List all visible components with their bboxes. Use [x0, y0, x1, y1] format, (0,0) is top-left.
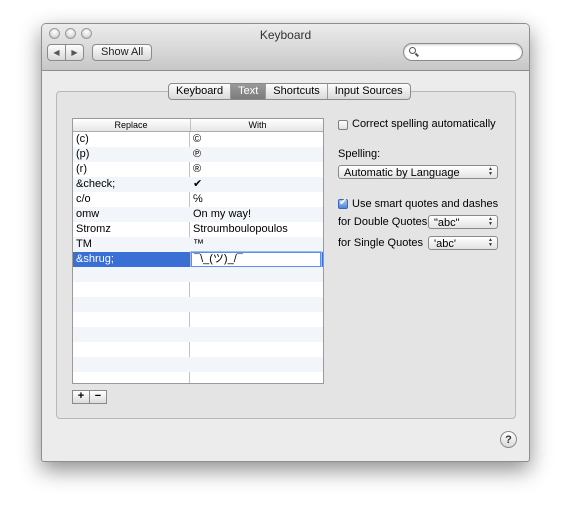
with-cell: © [193, 133, 202, 145]
empty-row [73, 372, 323, 383]
with-cell: ® [193, 163, 202, 175]
tab-shortcuts[interactable]: Shortcuts [265, 84, 326, 99]
spelling-popup[interactable]: Automatic by Language ▲ ▼ [338, 165, 498, 179]
table-row[interactable]: &check; ✔ [73, 177, 323, 192]
forward-arrow-icon[interactable]: ▶ [65, 45, 83, 60]
popup-arrows-icon: ▲ ▼ [488, 216, 493, 227]
empty-row [73, 267, 323, 282]
single-quotes-value: 'abc' [434, 238, 456, 250]
table-row[interactable]: (r) ® [73, 162, 323, 177]
with-cell: ✔ [193, 178, 203, 190]
back-forward-control: ◀ ▶ [47, 44, 84, 61]
replace-cell: c/o [76, 193, 91, 205]
tab-bar: Keyboard Text Shortcuts Input Sources [168, 83, 411, 100]
empty-row [73, 327, 323, 342]
replace-cell: omw [76, 208, 100, 220]
with-cell: ™ [193, 238, 204, 250]
empty-row [73, 312, 323, 327]
table-row[interactable]: c/o ℅ [73, 192, 323, 207]
empty-row [73, 297, 323, 312]
table-row[interactable]: omw On my way! [73, 207, 323, 222]
empty-row [73, 357, 323, 372]
replace-cell: &shrug; [76, 253, 114, 265]
with-cell: Stroumboulopoulos [193, 223, 288, 235]
table-row[interactable]: TM ™ [73, 237, 323, 252]
table-row[interactable]: (p) ℗ [73, 147, 323, 162]
show-all-button[interactable]: Show All [92, 44, 153, 61]
replace-cell: Stromz [76, 223, 111, 235]
empty-row [73, 282, 323, 297]
correct-spelling-checkbox[interactable] [338, 120, 348, 130]
correct-spelling-label[interactable]: Correct spelling automatically [352, 118, 496, 130]
search-field[interactable] [403, 43, 523, 61]
column-header-with[interactable]: With [190, 119, 324, 131]
smart-quotes-label[interactable]: Use smart quotes and dashes [352, 198, 498, 210]
column-header-replace[interactable]: Replace [73, 119, 189, 131]
table-row-selected[interactable]: &shrug; ¯\_(ツ)_/¯ [73, 252, 323, 267]
back-arrow-icon[interactable]: ◀ [48, 45, 65, 60]
smart-quotes-checkbox[interactable] [338, 197, 348, 209]
double-quotes-label: for Double Quotes [338, 216, 428, 228]
add-remove-controls: + − [72, 390, 107, 404]
empty-row [73, 342, 323, 357]
help-button[interactable]: ? [500, 431, 517, 448]
text-replacement-table: Replace With (c) © (p) ℗ (r) ® &check; ✔… [72, 118, 324, 384]
add-button[interactable]: + [72, 390, 90, 404]
table-body: (c) © (p) ℗ (r) ® &check; ✔ c/o ℅ omw On… [73, 132, 323, 383]
search-icon [409, 47, 416, 54]
spelling-label: Spelling: [338, 148, 381, 160]
preferences-window: Keyboard ◀ ▶ Show All Keyboard Text Shor… [41, 23, 530, 462]
replace-cell: (p) [76, 148, 90, 160]
with-cell-editor[interactable]: ¯\_(ツ)_/¯ [191, 252, 321, 267]
single-quotes-label: for Single Quotes [338, 237, 423, 249]
tab-text[interactable]: Text [230, 84, 266, 99]
title-bar: Keyboard ◀ ▶ Show All [42, 24, 529, 71]
table-header: Replace With [73, 119, 323, 132]
table-row[interactable]: (c) © [73, 132, 323, 147]
table-row[interactable]: Stromz Stroumboulopoulos [73, 222, 323, 237]
double-quotes-popup[interactable]: "abc" ▲ ▼ [428, 215, 498, 229]
with-cell: On my way! [193, 208, 252, 220]
popup-arrows-icon: ▲ ▼ [488, 166, 493, 177]
double-quotes-value: "abc" [434, 217, 460, 229]
single-quotes-popup[interactable]: 'abc' ▲ ▼ [428, 236, 498, 250]
replace-cell: &check; [76, 178, 116, 190]
with-cell: ℗ [193, 148, 202, 160]
replace-cell: (c) [76, 133, 89, 145]
replace-cell: TM [76, 238, 92, 250]
spelling-popup-value: Automatic by Language [344, 167, 460, 179]
tab-input-sources[interactable]: Input Sources [326, 84, 410, 99]
remove-button[interactable]: − [90, 390, 107, 404]
replace-cell: (r) [76, 163, 87, 175]
window-title: Keyboard [259, 28, 312, 42]
popup-arrows-icon: ▲ ▼ [488, 237, 493, 248]
search-input[interactable] [420, 45, 520, 60]
tab-keyboard[interactable]: Keyboard [169, 84, 230, 99]
with-cell: ℅ [193, 193, 203, 205]
